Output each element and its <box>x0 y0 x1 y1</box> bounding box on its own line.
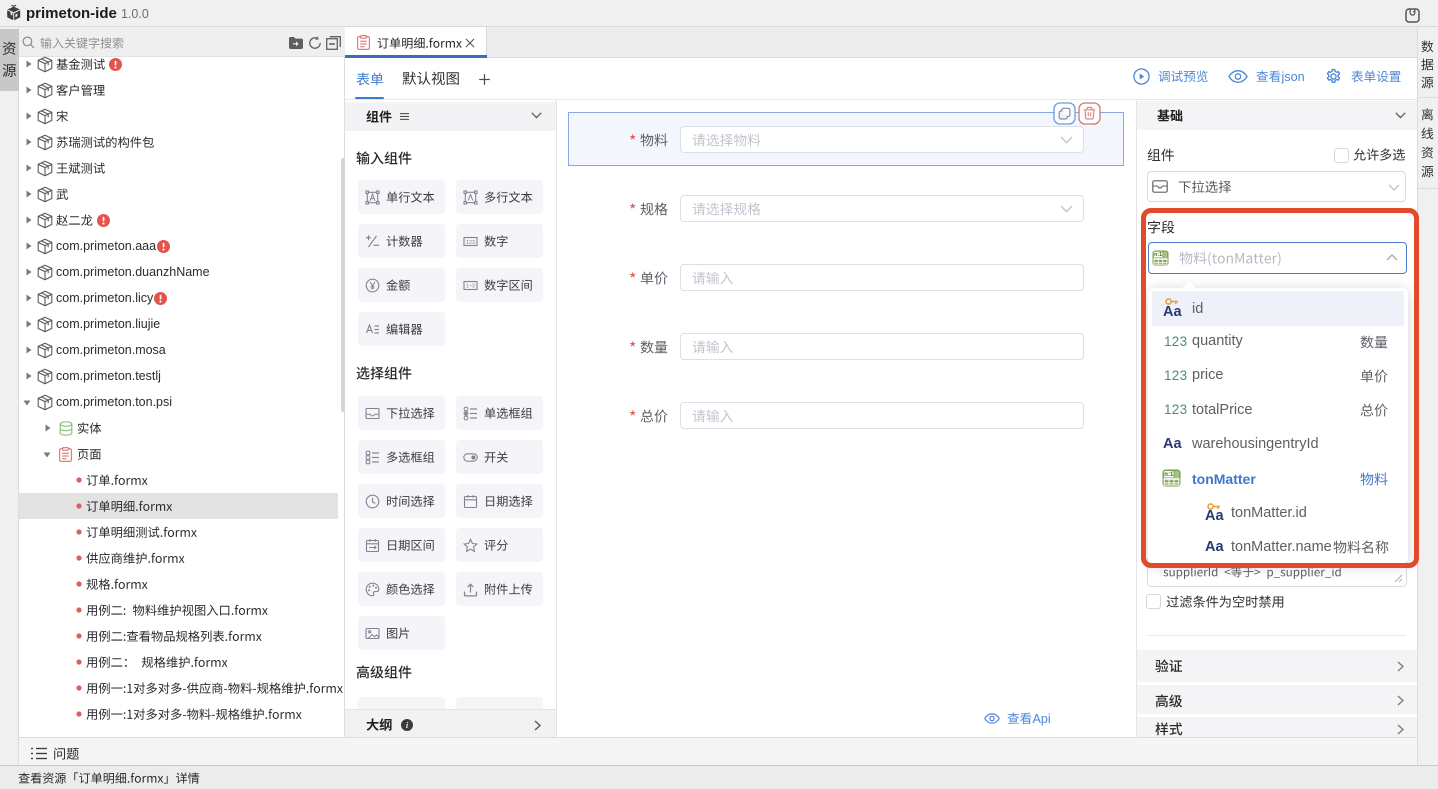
svg-text:1~3: 1~3 <box>466 284 475 290</box>
svg-text:123: 123 <box>466 240 475 246</box>
